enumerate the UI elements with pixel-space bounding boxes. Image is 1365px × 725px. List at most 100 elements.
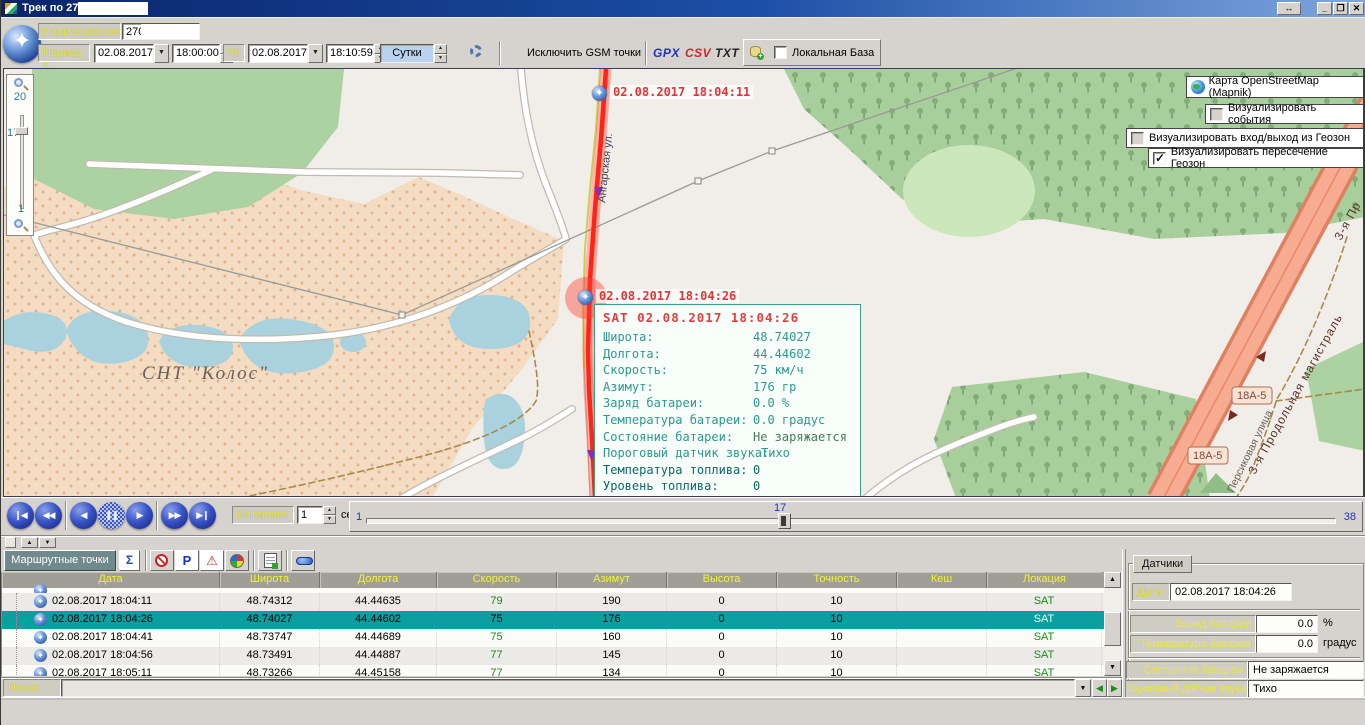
preset-spinner[interactable]: ▲▼: [434, 44, 447, 63]
tooltip-title: SAT 02.08.2017 18:04:26: [603, 310, 852, 325]
restore-button[interactable]: ❐: [1333, 2, 1348, 15]
export-txt-button[interactable]: TXT: [715, 46, 739, 60]
search-combobox[interactable]: [61, 679, 1075, 697]
warning-button[interactable]: ⚠: [200, 550, 224, 571]
track-start-marker-icon[interactable]: [592, 86, 607, 101]
main-toolbar: Наименование: Период с 02.08.2017 ▼ 18:0…: [1, 17, 1365, 68]
battery-state-label: Состояние батареи: [1126, 661, 1248, 679]
sensors-panel: Датчики Дата: 02.08.2017 18:04:26 Заряд …: [1126, 549, 1365, 697]
slider-max-label: 38: [1344, 511, 1356, 523]
database-icon[interactable]: +: [748, 44, 764, 60]
visualize-events-checkbox[interactable]: [1210, 108, 1223, 121]
table-row[interactable]: 02.08.2017 18:04:11 48.74312 44.44635 79…: [2, 593, 1104, 611]
visualize-geofence-cross-checkbox[interactable]: [1153, 152, 1166, 165]
minimize-button[interactable]: _: [1317, 2, 1332, 15]
fast-forward-button[interactable]: ▶▶: [161, 502, 188, 529]
visualize-geofence-io-checkbox[interactable]: [1131, 132, 1144, 145]
export-gpx-button[interactable]: GPX: [653, 46, 680, 60]
sound-sensor-value: Тихо: [1248, 680, 1364, 697]
refresh-gear-button[interactable]: [467, 42, 489, 64]
slider-thumb[interactable]: [778, 513, 791, 529]
interval-spinner[interactable]: ▲▼: [323, 506, 336, 524]
local-db-checkbox[interactable]: [774, 46, 787, 59]
slider-track[interactable]: [366, 518, 1336, 524]
preset-value[interactable]: Сутки: [380, 44, 434, 63]
sensors-date-value: 02.08.2017 18:04:26: [1170, 583, 1292, 601]
time-to[interactable]: 18:10:59 ▲▼: [326, 44, 387, 63]
date-to-value[interactable]: 02.08.2017: [248, 44, 308, 63]
preset-combo[interactable]: Сутки ▲▼: [380, 44, 447, 63]
export-csv-button[interactable]: CSV: [685, 46, 711, 60]
close-button[interactable]: ✕: [1349, 2, 1364, 15]
road-ref-badge: 18А-5: [1237, 390, 1266, 402]
next-point-button[interactable]: ▶: [1107, 679, 1122, 697]
svg-text:СНТ "Колос": СНТ "Колос": [142, 363, 269, 384]
interval-input[interactable]: [297, 506, 323, 524]
period-label: Период с: [38, 44, 90, 62]
tab-route-points[interactable]: Маршрутные точки: [4, 550, 116, 571]
table-header: Дата Широта Долгота Скорость Азимут Высо…: [2, 572, 1104, 588]
zoom-out-icon[interactable]: [14, 219, 27, 232]
battery-temp-value: 0.0: [1256, 635, 1318, 653]
battery-charge-label: Заряд батареи: [1130, 615, 1256, 633]
name-redaction: [141, 24, 199, 39]
time-to-value[interactable]: 18:10:59: [326, 44, 374, 63]
point-info-tooltip: SAT 02.08.2017 18:04:26 Широта:48.74027 …: [594, 304, 861, 497]
excel-doc-icon: [264, 553, 277, 568]
scroll-thumb[interactable]: [1104, 612, 1121, 646]
track-app-window: { "window": { "title": "Трек по 270", "r…: [0, 0, 1365, 725]
date-from[interactable]: 02.08.2017 ▼: [94, 44, 169, 63]
splitter-up-button[interactable]: ▲: [21, 537, 38, 548]
splitter-down-button[interactable]: ▼: [39, 537, 56, 548]
sum-sigma-button[interactable]: Σ: [119, 550, 140, 571]
zoom-slider-handle[interactable]: [15, 127, 28, 135]
name-label: Наименование:: [38, 23, 121, 40]
date-to-dropdown-icon[interactable]: ▼: [308, 44, 323, 63]
zoom-min-label: 1: [15, 203, 27, 215]
splitter-grip[interactable]: [5, 537, 16, 548]
visualize-geofence-io-option[interactable]: Визуализировать вход/выход из Геозон: [1126, 128, 1364, 148]
map-canvas[interactable]: 18А-5 18А-5 СНТ "Колос" Ангарская ул. 3-…: [3, 68, 1364, 497]
search-dropdown-icon[interactable]: ▼: [1075, 679, 1091, 697]
current-point-marker-icon[interactable]: [578, 290, 593, 305]
resize-button[interactable]: ↔: [1277, 2, 1301, 15]
prev-point-button[interactable]: ◀: [1092, 679, 1107, 697]
skip-start-button[interactable]: ❙◀: [7, 502, 34, 529]
battery-charge-unit: %: [1318, 615, 1333, 633]
time-from-value[interactable]: 18:00:00: [172, 44, 220, 63]
no-entry-button[interactable]: [150, 550, 174, 571]
rewind-button[interactable]: ◀◀: [35, 502, 62, 529]
map-zoom-control[interactable]: 20 17 1: [6, 74, 34, 236]
scroll-up-button[interactable]: ▲: [1104, 572, 1121, 588]
scroll-down-button[interactable]: ▼: [1104, 660, 1121, 676]
parking-button[interactable]: P: [175, 550, 199, 571]
date-from-value[interactable]: 02.08.2017: [94, 44, 154, 63]
visualize-events-option[interactable]: Визуализировать события: [1205, 104, 1364, 124]
export-excel-button[interactable]: [258, 550, 282, 571]
table-row[interactable]: 02.08.2017 18:05:11 48.73266 44.45158 77…: [2, 665, 1104, 676]
blue-line-button[interactable]: [291, 550, 315, 571]
zoom-in-icon[interactable]: [14, 78, 27, 91]
date-to[interactable]: 02.08.2017 ▼: [248, 44, 323, 63]
toolbar-separator: [499, 41, 501, 65]
table-scrollbar[interactable]: ▲ ▼: [1104, 572, 1122, 676]
blue-line-icon: [296, 557, 313, 565]
horizontal-splitter[interactable]: ▲ ▼: [1, 535, 1365, 549]
table-row[interactable]: 02.08.2017 18:04:56 48.73491 44.44887 77…: [2, 647, 1104, 665]
play-back-button[interactable]: ◀: [70, 502, 97, 529]
playback-bar: ❙◀ ◀◀ ◀ ❚❚ ▶ ▶▶ ▶❙ Интервал: ▲▼ сек. 1 1…: [1, 497, 1365, 535]
track-position-slider[interactable]: 1 17 38: [349, 501, 1363, 532]
color-ball-button[interactable]: [225, 550, 249, 571]
table-row-selected[interactable]: 02.08.2017 18:04:26 48.74027 44.44602 75…: [2, 611, 1104, 629]
pause-button[interactable]: ❚❚: [98, 502, 125, 529]
table-row[interactable]: 02.08.2017 18:04:41 48.73747 44.44689 75…: [2, 629, 1104, 647]
visualize-geofence-cross-option[interactable]: Визуализировать пересечение Геозон: [1148, 148, 1364, 168]
gear-icon: [470, 45, 482, 57]
play-button[interactable]: ▶: [126, 502, 153, 529]
date-from-dropdown-icon[interactable]: ▼: [154, 44, 169, 63]
skip-end-button[interactable]: ▶❙: [189, 502, 216, 529]
map-layer-button[interactable]: Карта OpenStreetMap (Mapnik): [1186, 76, 1364, 98]
exclude-gsm-label: Исключить GSM точки: [527, 47, 641, 59]
search-label: Поиск:: [3, 679, 61, 697]
route-points-table[interactable]: Дата Широта Долгота Скорость Азимут Высо…: [1, 572, 1104, 676]
